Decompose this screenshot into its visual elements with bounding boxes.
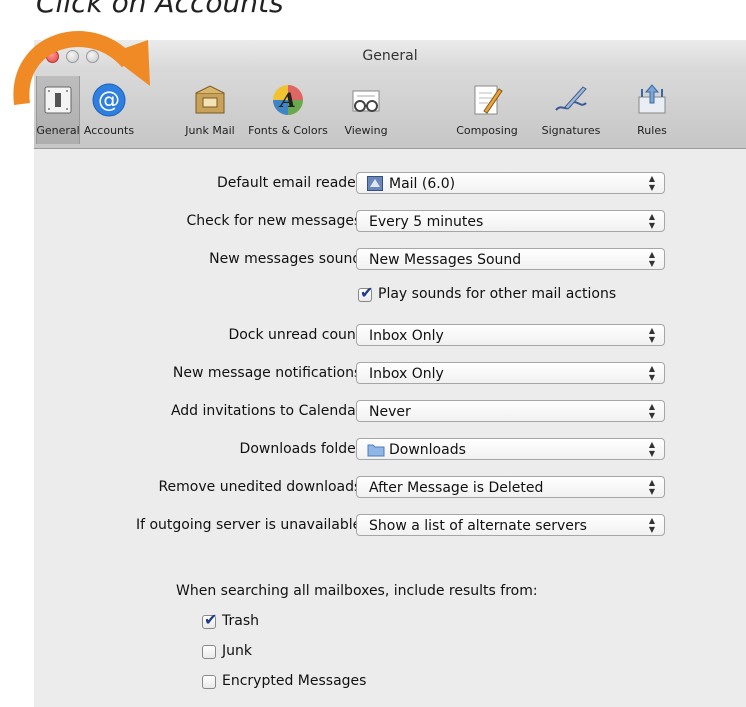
default-email-reader-label: Default email reader: <box>216 175 366 191</box>
invitations-row: Add invitations to Calendar: Never ▲ ▼ <box>34 400 746 424</box>
junk-label: Junk <box>222 643 252 659</box>
junk-checkbox-row[interactable]: Junk <box>202 643 322 663</box>
new-messages-sound-popup[interactable]: New Messages Sound ▲ ▼ <box>356 248 665 270</box>
trash-label: Trash <box>222 613 259 629</box>
tab-accounts-label: Accounts <box>83 124 135 137</box>
window-title: General <box>362 48 418 64</box>
remove-downloads-row: Remove unedited downloads: After Message… <box>34 476 746 500</box>
tab-composing[interactable]: Composing <box>448 76 526 144</box>
tab-signatures-label: Signatures <box>541 124 601 137</box>
invitations-label: Add invitations to Calendar: <box>170 403 366 419</box>
junk-checkbox[interactable] <box>202 645 216 659</box>
default-email-reader-row: Default email reader: Mail (6.0) ▲ ▼ <box>34 172 746 196</box>
popup-arrows-icon: ▲ ▼ <box>648 402 655 420</box>
notifications-row: New message notifications: Inbox Only ▲ ▼ <box>34 362 746 386</box>
default-email-reader-value: Mail (6.0) <box>389 176 456 192</box>
general-settings-pane: Default email reader: Mail (6.0) ▲ ▼ Chec… <box>34 149 746 707</box>
popup-arrows-icon: ▲ ▼ <box>648 364 655 382</box>
check-messages-popup[interactable]: Every 5 minutes ▲ ▼ <box>356 210 665 232</box>
play-sounds-checkbox-row[interactable]: ✔ Play sounds for other mail actions <box>358 284 698 306</box>
tab-general-label: General <box>36 124 80 137</box>
popup-arrows-icon: ▲ ▼ <box>648 212 655 230</box>
tab-fonts-colors[interactable]: A Fonts & Colors <box>244 76 332 144</box>
popup-arrows-icon: ▲ ▼ <box>648 250 655 268</box>
checkmark-icon: ✔ <box>360 283 374 302</box>
tab-composing-label: Composing <box>456 124 518 137</box>
dock-unread-value: Inbox Only <box>369 328 444 344</box>
encrypted-messages-label: Encrypted Messages <box>222 673 367 689</box>
remove-downloads-popup[interactable]: After Message is Deleted ▲ ▼ <box>356 476 665 498</box>
outgoing-server-row: If outgoing server is unavailable: Show … <box>34 514 746 538</box>
preferences-toolbar: General @ Accounts Junk Mail A Fonts & C… <box>34 72 746 149</box>
new-messages-sound-value: New Messages Sound <box>369 252 522 268</box>
junk-mail-icon <box>192 82 228 118</box>
dock-unread-row: Dock unread count: Inbox Only ▲ ▼ <box>34 324 746 348</box>
play-sounds-label: Play sounds for other mail actions <box>378 286 617 302</box>
play-sounds-checkbox[interactable]: ✔ <box>358 284 373 302</box>
general-switch-icon <box>40 82 76 118</box>
remove-downloads-label: Remove unedited downloads: <box>158 479 366 495</box>
new-messages-sound-row: New messages sound: New Messages Sound ▲… <box>34 248 746 272</box>
mail-app-icon <box>367 176 383 191</box>
notifications-value: Inbox Only <box>369 366 444 382</box>
tab-fonts-colors-label: Fonts & Colors <box>248 124 328 137</box>
tab-signatures[interactable]: Signatures <box>536 76 606 144</box>
encrypted-checkbox-row[interactable]: Encrypted Messages <box>202 673 422 693</box>
signature-pen-icon <box>553 82 589 118</box>
search-mailboxes-label: When searching all mailboxes, include re… <box>176 583 538 599</box>
check-messages-label: Check for new messages: <box>186 213 366 229</box>
title-bar[interactable]: General <box>34 40 746 72</box>
mail-preferences-window: General General @ Accounts Junk Mail A F… <box>34 40 746 707</box>
tab-junk-mail[interactable]: Junk Mail <box>176 76 244 144</box>
notifications-label: New message notifications: <box>172 365 366 381</box>
new-messages-sound-label: New messages sound: <box>209 251 366 267</box>
tab-rules-label: Rules <box>637 124 667 137</box>
default-email-reader-popup[interactable]: Mail (6.0) ▲ ▼ <box>356 172 665 194</box>
tab-junk-mail-label: Junk Mail <box>185 124 235 137</box>
outgoing-server-label: If outgoing server is unavailable: <box>135 517 366 533</box>
svg-text:A: A <box>278 88 296 112</box>
viewing-glasses-icon <box>348 82 384 118</box>
popup-arrows-icon: ▲ ▼ <box>648 440 655 458</box>
instruction-caption: Click on Accounts <box>36 0 284 19</box>
dock-unread-popup[interactable]: Inbox Only ▲ ▼ <box>356 324 665 346</box>
checkmark-icon: ✔ <box>204 610 218 629</box>
at-sign-icon: @ <box>91 82 127 118</box>
fonts-colors-icon: A <box>270 82 306 118</box>
downloads-folder-value: Downloads <box>389 442 466 458</box>
popup-arrows-icon: ▲ ▼ <box>648 478 655 496</box>
check-messages-row: Check for new messages: Every 5 minutes … <box>34 210 746 234</box>
tab-rules[interactable]: Rules <box>628 76 676 144</box>
notifications-popup[interactable]: Inbox Only ▲ ▼ <box>356 362 665 384</box>
downloads-folder-popup[interactable]: Downloads ▲ ▼ <box>356 438 665 460</box>
composing-pencil-icon <box>469 82 505 118</box>
popup-arrows-icon: ▲ ▼ <box>648 174 655 192</box>
tab-general[interactable]: General <box>36 76 80 144</box>
tab-viewing-label: Viewing <box>344 124 388 137</box>
outgoing-server-value: Show a list of alternate servers <box>369 518 587 534</box>
dock-unread-label: Dock unread count: <box>228 327 366 343</box>
rules-arrows-icon <box>634 82 670 118</box>
folder-icon <box>367 442 385 457</box>
invitations-popup[interactable]: Never ▲ ▼ <box>356 400 665 422</box>
outgoing-server-popup[interactable]: Show a list of alternate servers ▲ ▼ <box>356 514 665 536</box>
trash-checkbox[interactable]: ✔ <box>202 611 217 629</box>
tab-viewing[interactable]: Viewing <box>338 76 394 144</box>
trash-checkbox-row[interactable]: ✔ Trash <box>202 611 322 633</box>
popup-arrows-icon: ▲ ▼ <box>648 516 655 534</box>
svg-text:@: @ <box>98 88 120 113</box>
downloads-folder-label: Downloads folder: <box>239 441 366 457</box>
tab-accounts[interactable]: @ Accounts <box>82 76 136 144</box>
invitations-value: Never <box>369 404 411 420</box>
encrypted-messages-checkbox[interactable] <box>202 675 216 689</box>
popup-arrows-icon: ▲ ▼ <box>648 326 655 344</box>
remove-downloads-value: After Message is Deleted <box>369 480 544 496</box>
downloads-folder-row: Downloads folder: Downloads ▲ ▼ <box>34 438 746 462</box>
check-messages-value: Every 5 minutes <box>369 214 484 230</box>
